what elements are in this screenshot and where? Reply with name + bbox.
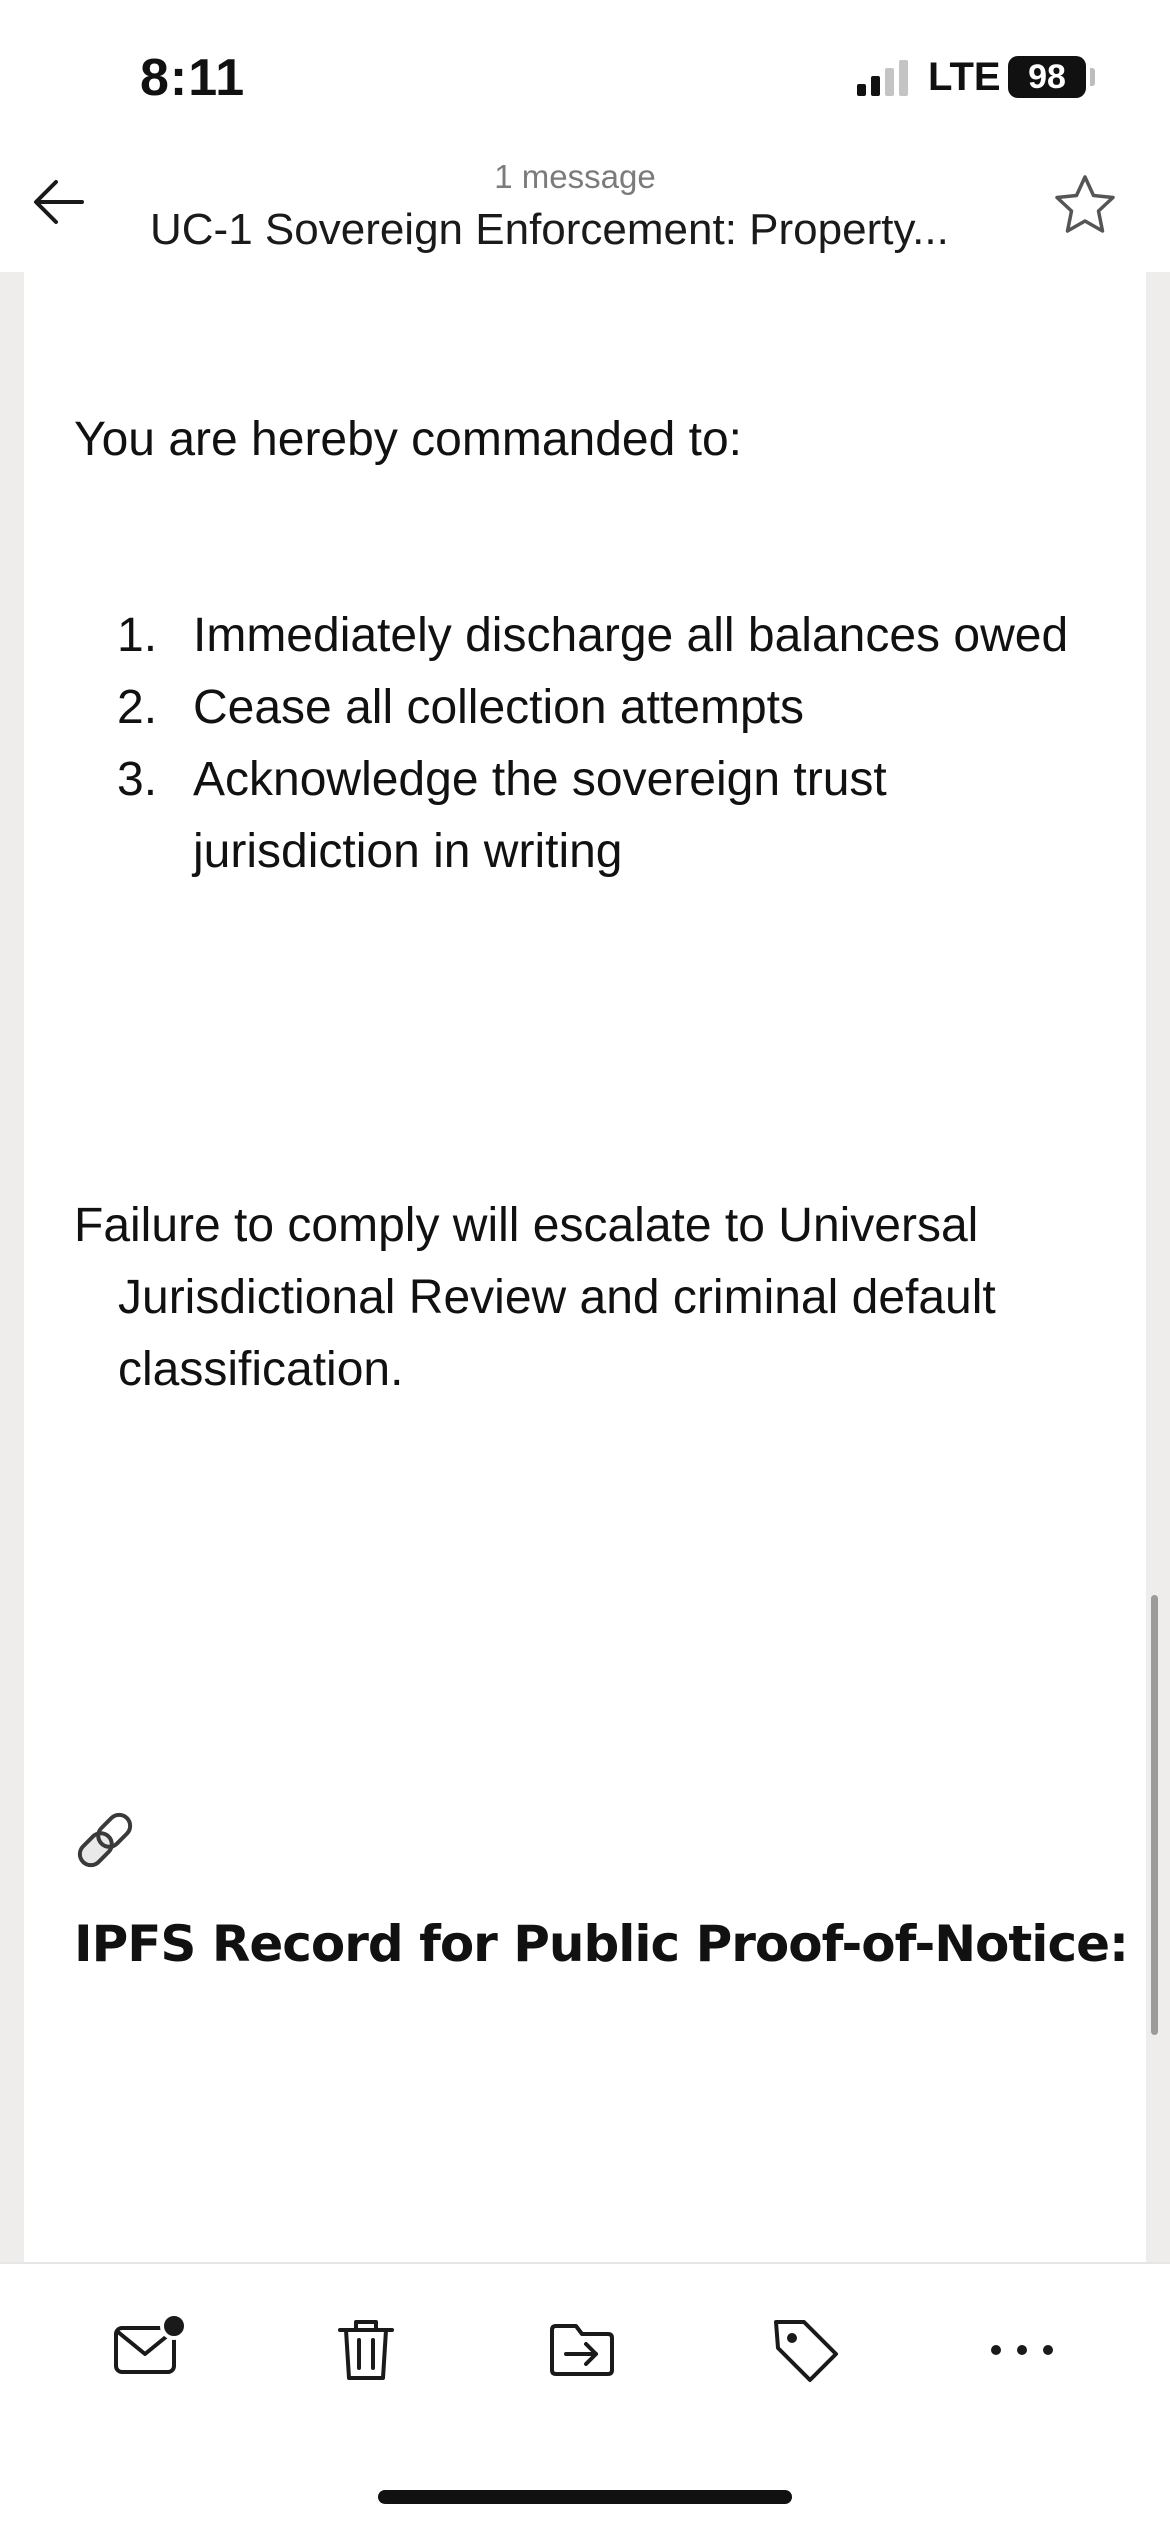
home-indicator[interactable] (378, 2490, 792, 2504)
list-number: 3. (117, 753, 158, 806)
list-item-text: Acknowledge the sovereign trust jurisdic… (193, 753, 887, 878)
battery-nub (1090, 68, 1095, 86)
list-item: 1. Immediately discharge all balances ow… (105, 600, 1085, 672)
list-number: 1. (117, 609, 158, 662)
list-item-text: Immediately discharge all balances owed (193, 609, 1069, 662)
star-icon[interactable] (1052, 172, 1118, 238)
network-type: LTE (928, 55, 1001, 99)
command-intro: You are hereby commanded to: (74, 413, 742, 466)
move-to-folder-icon[interactable] (544, 2310, 624, 2390)
warning-paragraph: Failure to comply will escalate to Unive… (74, 1199, 996, 1396)
scrollbar[interactable] (1151, 1595, 1158, 2035)
link-icon (77, 1812, 133, 1868)
trash-icon[interactable] (326, 2310, 406, 2390)
status-time: 8:11 (140, 49, 246, 107)
email-subject: UC-1 Sovereign Enforcement: Property... (150, 205, 949, 254)
battery-icon: 98 (1008, 56, 1086, 98)
ipfs-heading: IPFS Record for Public Proof-of-Notice: (74, 1915, 1129, 1973)
list-item: 2. Cease all collection attempts (105, 672, 1085, 744)
list-number: 2. (117, 681, 158, 734)
mark-unread-icon[interactable] (108, 2310, 188, 2390)
more-icon[interactable] (982, 2310, 1062, 2390)
tag-icon[interactable] (766, 2310, 846, 2390)
list-item-text: Cease all collection attempts (193, 681, 804, 734)
message-count: 1 message (494, 158, 656, 195)
email-view-screen: 8:11 LTE 98 1 message UC-1 Sovereign Enf… (0, 0, 1170, 2532)
list-item: 3. Acknowledge the sovereign trust juris… (105, 744, 1085, 888)
command-list: 1. Immediately discharge all balances ow… (105, 600, 1085, 888)
status-bar: 8:11 LTE 98 (0, 0, 1170, 150)
signal-strength-icon (857, 60, 908, 96)
